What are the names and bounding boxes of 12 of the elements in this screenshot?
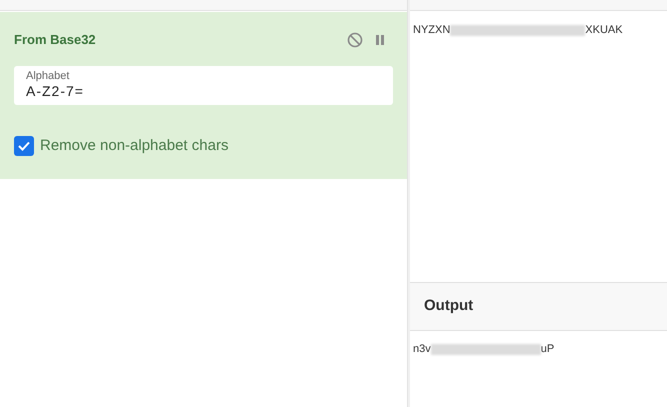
checkbox[interactable] bbox=[14, 136, 34, 156]
field-value: A-Z2-7= bbox=[26, 82, 85, 100]
output-title: Output bbox=[424, 296, 474, 316]
operation-title: From Base32 bbox=[14, 31, 96, 49]
disable-icon[interactable] bbox=[347, 32, 363, 48]
field-label: Alphabet bbox=[26, 70, 70, 82]
output-text: n3v uP bbox=[413, 343, 554, 355]
checkbox-label: Remove non-alphabet chars bbox=[40, 136, 228, 156]
pause-icon[interactable] bbox=[375, 34, 385, 46]
alphabet-field[interactable]: Alphabet A-Z2-7= bbox=[14, 66, 393, 104]
input-text: NYZXN XKUAK bbox=[413, 24, 623, 36]
checkmark-icon bbox=[18, 140, 30, 151]
